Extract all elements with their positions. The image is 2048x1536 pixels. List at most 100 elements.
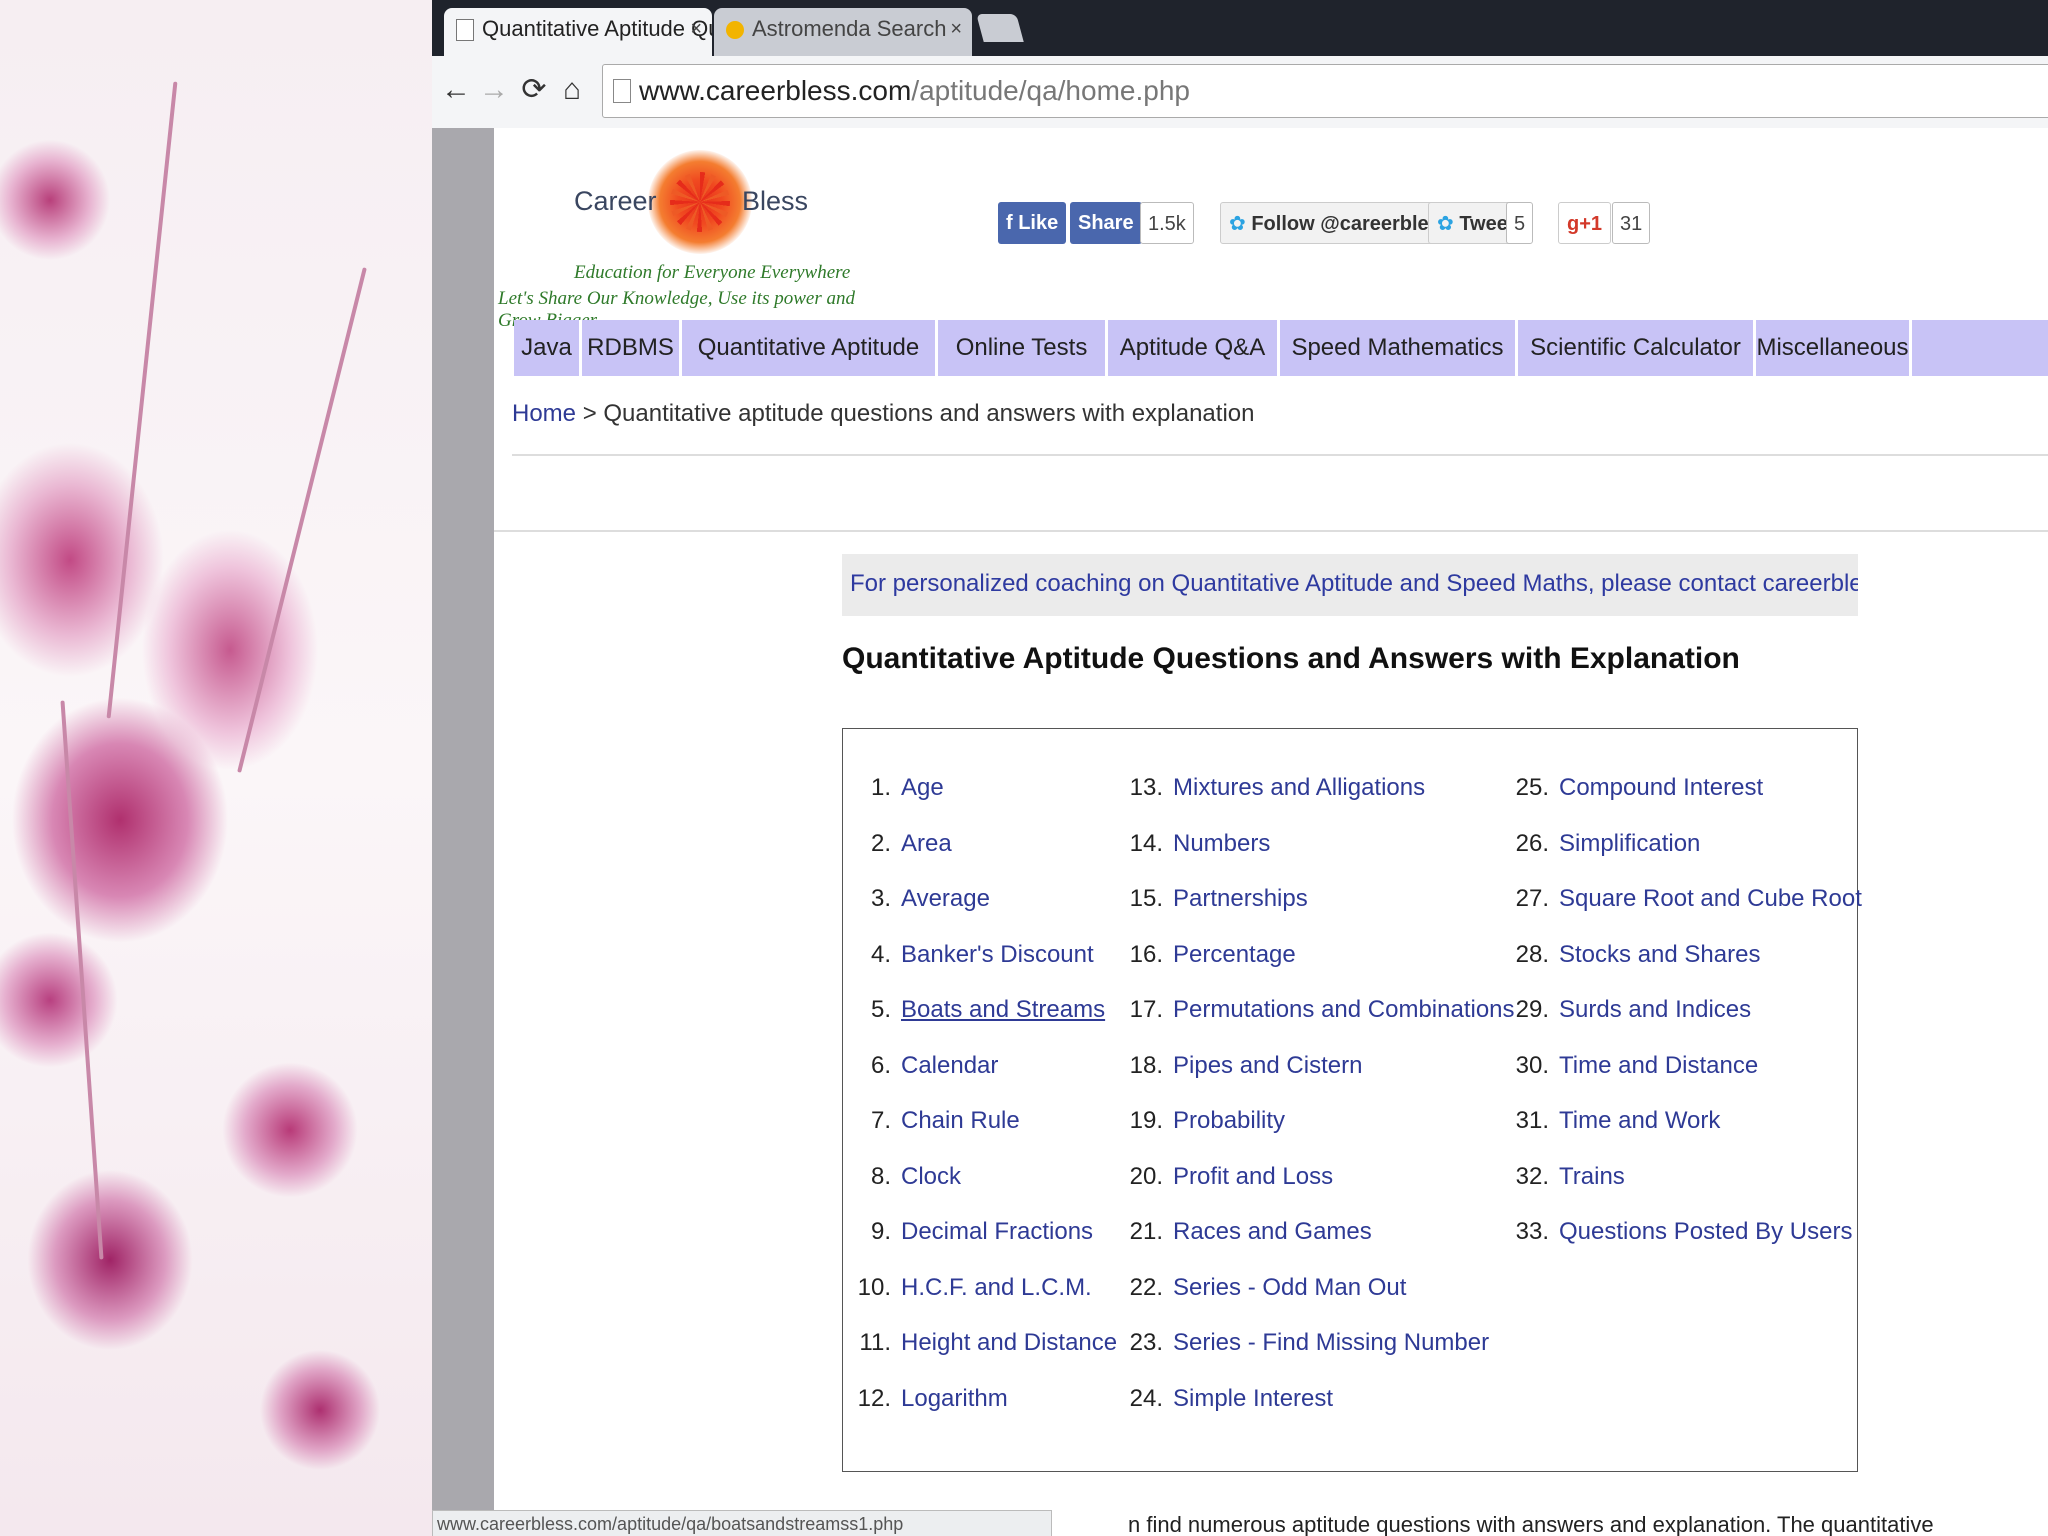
- topic-link[interactable]: Average: [901, 885, 990, 912]
- topic-link[interactable]: Area: [901, 830, 952, 857]
- topic-link[interactable]: Races and Games: [1173, 1218, 1372, 1245]
- nav-quantitative-aptitude[interactable]: Quantitative Aptitude: [682, 320, 938, 376]
- nav-java[interactable]: Java: [514, 320, 582, 376]
- topic-number: 22.: [1129, 1273, 1163, 1301]
- topic-number: 9.: [870, 1218, 891, 1245]
- careerbless-logo[interactable]: Career Bless Education for Everyone Ever…: [498, 138, 898, 331]
- topic-link[interactable]: Banker's Discount: [901, 941, 1094, 968]
- breadcrumb-home-link[interactable]: Home: [512, 400, 576, 427]
- topic-link[interactable]: H.C.F. and L.C.M.: [901, 1274, 1092, 1301]
- topic-link[interactable]: Permutations and Combinations: [1173, 996, 1515, 1023]
- topic-number: 32.: [1515, 1162, 1549, 1190]
- tab-astromenda-search[interactable]: Astromenda Search ×: [714, 8, 972, 56]
- nav-online-tests[interactable]: Online Tests: [938, 320, 1108, 376]
- back-arrow-icon[interactable]: ←: [438, 70, 474, 110]
- topic-link[interactable]: Boats and Streams: [901, 996, 1105, 1023]
- topic-link[interactable]: Time and Work: [1559, 1107, 1720, 1134]
- new-tab-button[interactable]: [976, 14, 1024, 42]
- browser-toolbar: ← → ⟳ ⌂ www.careerbless.com/aptitude/qa/…: [432, 56, 2048, 129]
- logo-word-bless: Bless: [742, 186, 809, 216]
- topic-list-item: 20. Profit and Loss: [1121, 1160, 1515, 1216]
- topic-link[interactable]: Mixtures and Alligations: [1173, 774, 1425, 801]
- topic-number: 5.: [870, 996, 891, 1023]
- flower-stem: [106, 81, 178, 719]
- nav-speed-mathematics[interactable]: Speed Mathematics: [1280, 320, 1518, 376]
- topic-link[interactable]: Surds and Indices: [1559, 996, 1751, 1023]
- facebook-share-button[interactable]: Share: [1070, 202, 1142, 244]
- topic-number: 18.: [1129, 1051, 1163, 1079]
- topic-link[interactable]: Square Root and Cube Root: [1559, 885, 1862, 912]
- google-plus-count: 31: [1612, 202, 1651, 244]
- topic-list-item: 16. Percentage: [1121, 938, 1515, 994]
- close-tab-icon[interactable]: ×: [690, 8, 702, 50]
- topic-number: 6.: [870, 1051, 891, 1079]
- topic-link[interactable]: Decimal Fractions: [901, 1218, 1093, 1245]
- topic-number: 28.: [1515, 940, 1549, 968]
- topic-link[interactable]: Percentage: [1173, 941, 1296, 968]
- topic-link[interactable]: Profit and Loss: [1173, 1163, 1333, 1190]
- main-navigation: Java RDBMS Quantitative Aptitude Online …: [514, 320, 2048, 376]
- facebook-like-button[interactable]: f Like: [998, 202, 1067, 244]
- topic-number: 16.: [1129, 940, 1163, 968]
- topic-number: 17.: [1129, 996, 1163, 1023]
- breadcrumb-separator: >: [582, 400, 597, 427]
- twitter-bird-icon: ✿: [1229, 213, 1252, 235]
- topic-link[interactable]: Compound Interest: [1559, 774, 1763, 801]
- facebook-icon: f: [1006, 212, 1019, 234]
- twitter-follow-button[interactable]: ✿ Follow @careerbless: [1220, 202, 1460, 244]
- url-domain: www.careerbless.com: [639, 75, 912, 106]
- like-label: Like: [1018, 212, 1059, 234]
- topic-link[interactable]: Simple Interest: [1173, 1385, 1333, 1412]
- topic-link[interactable]: Chain Rule: [901, 1107, 1020, 1134]
- topic-link[interactable]: Numbers: [1173, 830, 1270, 857]
- topic-list-item: 12. Logarithm: [855, 1382, 1117, 1438]
- page-icon: [456, 19, 474, 42]
- topic-list-item: 13. Mixtures and Alligations: [1121, 771, 1515, 827]
- topic-link[interactable]: Questions Posted By Users: [1559, 1218, 1852, 1245]
- topic-link[interactable]: Simplification: [1559, 830, 1700, 857]
- topic-list-item: 14. Numbers: [1121, 827, 1515, 883]
- sun-logo-icon: [648, 150, 752, 254]
- url-path: /aptitude/qa/home.php: [911, 75, 1190, 106]
- close-tab-icon[interactable]: ×: [950, 8, 962, 50]
- address-bar[interactable]: www.careerbless.com/aptitude/qa/home.php: [602, 64, 2048, 118]
- topic-number: 10.: [857, 1273, 891, 1301]
- topic-link[interactable]: Logarithm: [901, 1385, 1008, 1412]
- nav-scientific-calculator[interactable]: Scientific Calculator: [1518, 320, 1756, 376]
- topic-link[interactable]: Series - Find Missing Number: [1173, 1329, 1489, 1356]
- tab-quantitative-aptitude[interactable]: Quantitative Aptitude Quѐ ×: [444, 8, 712, 56]
- tab-label: Quantitative Aptitude Quѐ: [482, 16, 712, 41]
- topic-link[interactable]: Partnerships: [1173, 885, 1308, 912]
- google-plus-button[interactable]: g+1: [1558, 202, 1612, 244]
- nav-aptitude-qa[interactable]: Aptitude Q&A: [1108, 320, 1280, 376]
- topic-number: 3.: [870, 885, 891, 912]
- nav-rdbms[interactable]: RDBMS: [582, 320, 682, 376]
- topic-list-item: 27. Square Root and Cube Root: [1507, 882, 1862, 938]
- forward-arrow-icon[interactable]: →: [476, 70, 512, 110]
- topic-list-item: 2. Area: [855, 827, 1117, 883]
- topic-list-item: 24. Simple Interest: [1121, 1382, 1515, 1438]
- topic-list-item: 6. Calendar: [855, 1049, 1117, 1105]
- topic-link[interactable]: Pipes and Cistern: [1173, 1052, 1362, 1079]
- nav-miscellaneous[interactable]: Miscellaneous: [1756, 320, 1912, 376]
- reload-icon[interactable]: ⟳: [516, 70, 552, 110]
- topic-list-item: 17. Permutations and Combinations: [1121, 993, 1515, 1049]
- topic-list-item: 3. Average: [855, 882, 1117, 938]
- topic-link[interactable]: Height and Distance: [901, 1329, 1117, 1356]
- topic-link[interactable]: Trains: [1559, 1163, 1625, 1190]
- topic-number: 13.: [1129, 774, 1163, 801]
- topic-link[interactable]: Series - Odd Man Out: [1173, 1274, 1406, 1301]
- topic-link[interactable]: Clock: [901, 1163, 961, 1190]
- web-page: Career Bless Education for Everyone Ever…: [494, 128, 2048, 1536]
- topic-link[interactable]: Probability: [1173, 1107, 1285, 1134]
- topic-link[interactable]: Calendar: [901, 1052, 998, 1079]
- topic-link[interactable]: Age: [901, 774, 944, 801]
- topic-list-item: 23. Series - Find Missing Number: [1121, 1326, 1515, 1382]
- topic-list-item: 29. Surds and Indices: [1507, 993, 1862, 1049]
- topic-link[interactable]: Stocks and Shares: [1559, 941, 1760, 968]
- page-viewport: Career Bless Education for Everyone Ever…: [432, 128, 2048, 1536]
- topics-column-2: 13. Mixtures and Alligations 14. Numbers 15.…: [1121, 771, 1515, 1437]
- home-icon[interactable]: ⌂: [554, 70, 590, 110]
- topic-link[interactable]: Time and Distance: [1559, 1052, 1758, 1079]
- desktop-wallpaper: [0, 0, 432, 1536]
